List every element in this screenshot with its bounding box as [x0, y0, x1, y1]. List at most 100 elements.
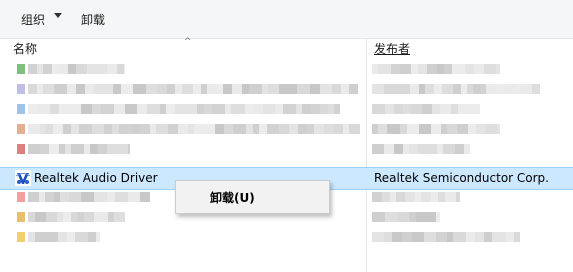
- mosaic-block: [471, 104, 480, 114]
- mosaic-block: [137, 104, 147, 114]
- mosaic-block: [43, 84, 54, 94]
- mosaic-block: [114, 212, 125, 222]
- mosaic-block: [314, 124, 324, 134]
- column-header-name[interactable]: 名称: [13, 39, 37, 59]
- mosaic-block: [401, 84, 410, 94]
- mosaic-block: [506, 232, 514, 242]
- context-menu-uninstall[interactable]: 卸载(U): [210, 189, 255, 206]
- mosaic-block: [238, 104, 245, 114]
- mosaic-block: [521, 84, 532, 94]
- mosaic-block: [246, 124, 253, 134]
- mosaic-block: [279, 84, 290, 94]
- mosaic-block: [133, 84, 146, 94]
- mosaic-block: [458, 64, 465, 74]
- mosaic-block: [50, 104, 59, 114]
- mosaic-block: [107, 192, 115, 202]
- mosaic-block: [418, 64, 427, 74]
- column-header-publisher[interactable]: 发布者: [374, 39, 410, 59]
- mosaic-block: [378, 64, 391, 74]
- mosaic-block: [400, 124, 407, 134]
- mosaic-icon-block: [17, 144, 25, 154]
- mosaic-block: [457, 124, 468, 134]
- mosaic-icon-block: [17, 124, 25, 134]
- mosaic-block: [431, 192, 438, 202]
- mosaic-block: [223, 84, 232, 94]
- mosaic-block: [90, 144, 98, 154]
- mosaic-block: [166, 104, 175, 114]
- mosaic-block: [102, 84, 113, 94]
- mosaic-block: [358, 124, 360, 134]
- mosaic-block: [207, 84, 217, 94]
- mosaic-block: [146, 84, 157, 94]
- mosaic-block: [349, 124, 358, 134]
- column-divider[interactable]: [366, 39, 367, 272]
- mosaic-block: [419, 124, 431, 134]
- mosaic-block: [37, 104, 50, 114]
- mosaic-block: [402, 232, 412, 242]
- mosaic-block: [76, 84, 85, 94]
- chevron-down-icon[interactable]: [54, 13, 62, 18]
- mosaic-block: [495, 84, 505, 94]
- mosaic-block: [297, 84, 304, 94]
- program-name[interactable]: Realtek Audio Driver: [34, 169, 158, 187]
- mosaic-block: [132, 124, 140, 134]
- mosaic-block: [341, 84, 349, 94]
- mosaic-block: [453, 232, 466, 242]
- mosaic-block: [88, 232, 96, 242]
- mosaic-block: [249, 84, 262, 94]
- mosaic-block: [54, 84, 67, 94]
- mosaic-block: [28, 104, 37, 114]
- mosaic-block: [28, 84, 37, 94]
- mosaic-block: [474, 64, 484, 74]
- mosaic-block: [302, 104, 311, 114]
- mosaic-block: [215, 124, 224, 134]
- mosaic-block: [320, 104, 328, 114]
- mosaic-block: [67, 84, 76, 94]
- mosaic-block: [486, 84, 495, 94]
- mosaic-block: [76, 64, 87, 74]
- organize-button[interactable]: 组织: [21, 10, 45, 30]
- mosaic-block: [384, 232, 392, 242]
- mosaic-block: [120, 144, 128, 154]
- mosaic-block: [398, 212, 409, 222]
- mosaic-block: [49, 144, 59, 154]
- mosaic-block: [445, 192, 456, 202]
- mosaic-block: [355, 84, 358, 94]
- mosaic-block: [392, 232, 402, 242]
- mosaic-block: [310, 84, 320, 94]
- mosaic-block: [28, 64, 37, 74]
- context-menu: 卸载(U): [175, 180, 330, 214]
- mosaic-block: [455, 144, 464, 154]
- mosaic-block: [46, 232, 58, 242]
- mosaic-block: [411, 64, 418, 74]
- mosaic-block: [426, 212, 436, 222]
- mosaic-block: [45, 192, 54, 202]
- mosaic-block: [476, 124, 486, 134]
- mosaic-block: [372, 84, 384, 94]
- mosaic-block: [391, 84, 401, 94]
- mosaic-block: [68, 64, 76, 74]
- mosaic-block: [412, 232, 424, 242]
- mosaic-block: [394, 144, 403, 154]
- mosaic-block: [182, 84, 193, 94]
- mosaic-icon-block: [17, 84, 25, 94]
- mosaic-block: [242, 84, 249, 94]
- mosaic-block: [79, 124, 92, 134]
- mosaic-block: [35, 232, 46, 242]
- mosaic-block: [71, 104, 81, 114]
- mosaic-block: [149, 192, 150, 202]
- mosaic-block: [140, 192, 149, 202]
- mosaic-block: [58, 64, 68, 74]
- mosaic-block: [382, 192, 390, 202]
- mosaic-block: [290, 84, 297, 94]
- uninstall-button[interactable]: 卸载: [81, 10, 105, 30]
- mosaic-block: [532, 84, 540, 94]
- mosaic-block: [424, 232, 436, 242]
- mosaic-block: [473, 84, 480, 94]
- mosaic-block: [119, 124, 132, 134]
- mosaic-block: [96, 232, 100, 242]
- mosaic-block: [194, 124, 203, 134]
- mosaic-block: [175, 104, 186, 114]
- mosaic-block: [430, 144, 437, 154]
- mosaic-block: [466, 232, 475, 242]
